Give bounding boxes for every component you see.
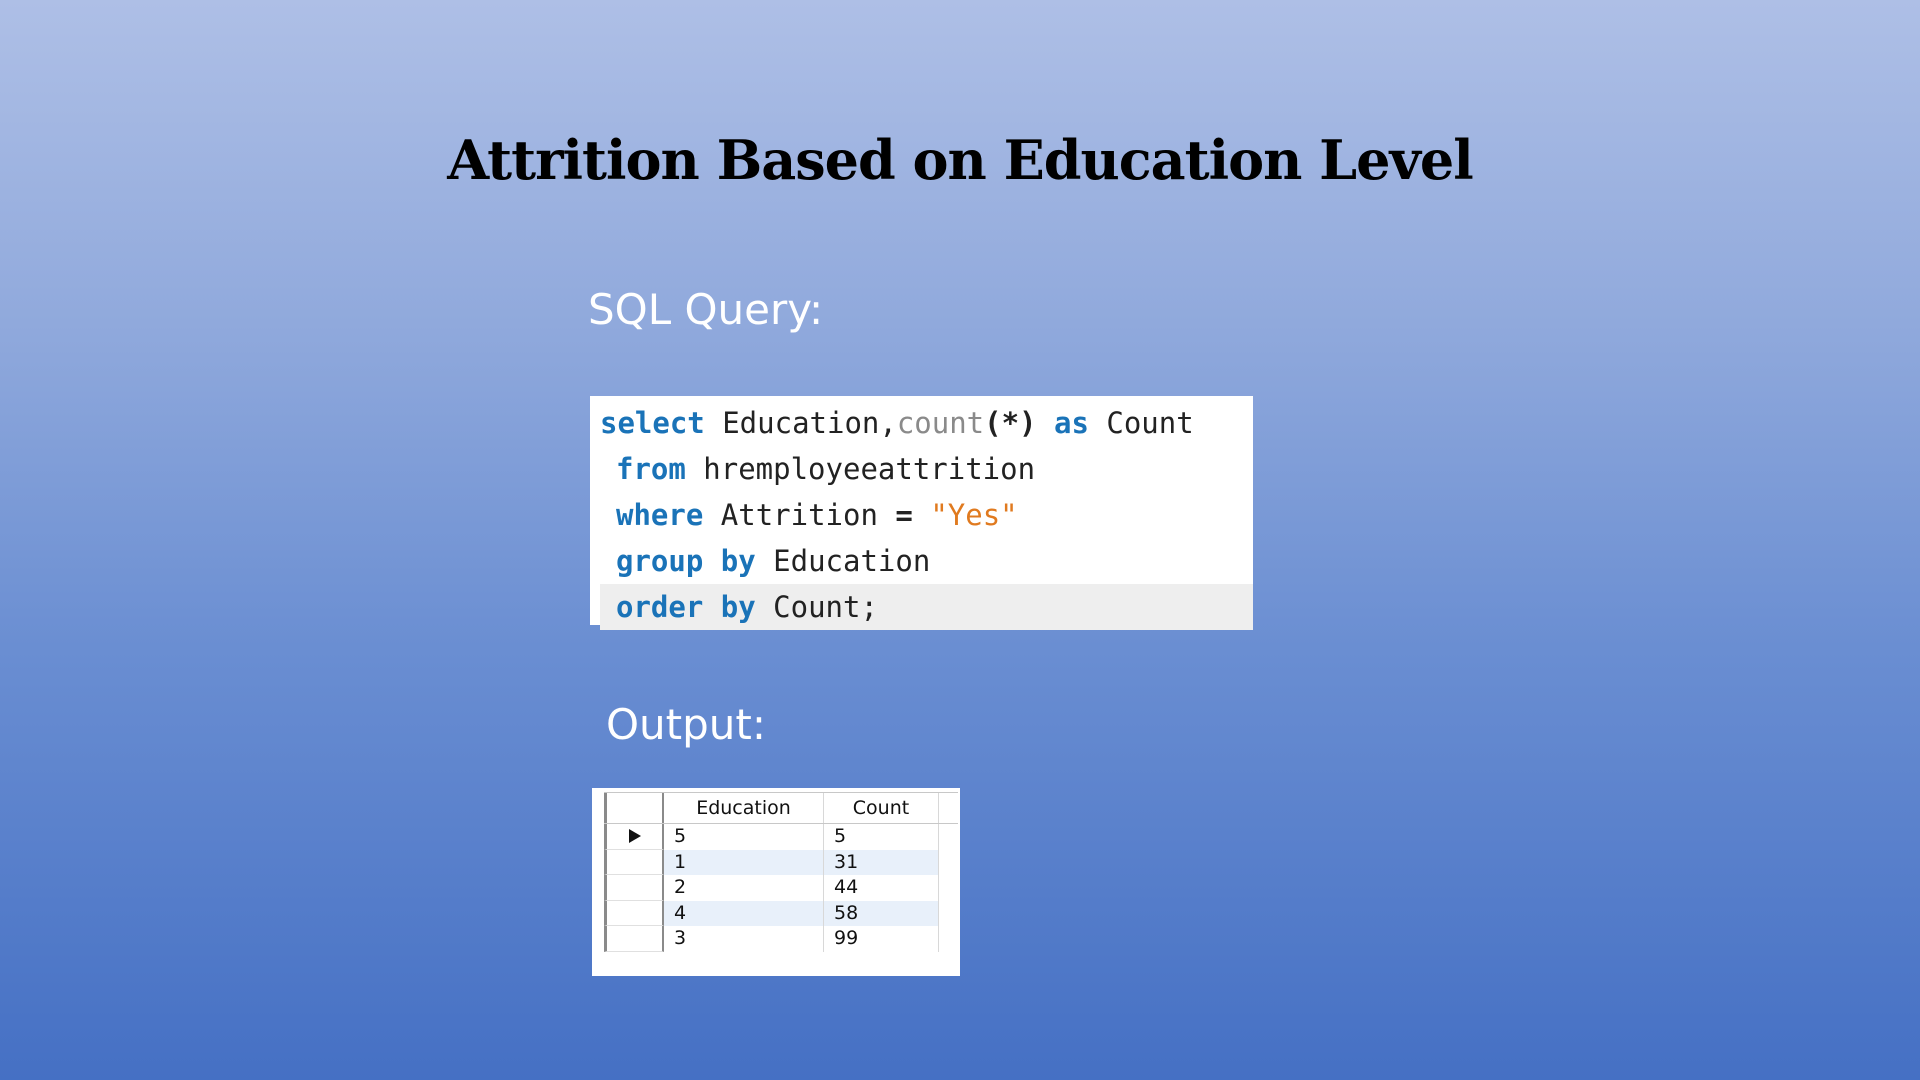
keyword-group: group [616,544,704,578]
cell-count[interactable]: 31 [824,849,939,875]
keyword-order: order [616,590,704,624]
table-row[interactable]: 5 5 [604,824,958,850]
keyword-by: by [720,544,756,578]
code-line-2: from hremployeeattrition [590,446,1253,492]
keyword-from: from [616,452,686,486]
code-line-3: where Attrition = "Yes" [590,492,1253,538]
cell-count[interactable]: 99 [824,926,939,952]
output-label: Output: [606,700,767,749]
row-selector[interactable] [604,900,664,926]
sql-query-label: SQL Query: [588,285,824,334]
result-table: Education Count 5 5 1 31 2 44 4 58 3 99 [604,792,958,952]
keyword-select: select [600,406,705,440]
cell-count[interactable]: 44 [824,875,939,901]
table-header: Education Count [604,792,958,824]
column-header-count[interactable]: Count [824,793,939,823]
row-selector[interactable] [604,926,664,952]
keyword-where: where [616,498,704,532]
row-selector[interactable] [604,824,664,850]
code-text: Count [1088,406,1194,440]
cell-education[interactable]: 5 [664,824,824,850]
code-text: Count; [755,590,878,624]
table-row[interactable]: 4 58 [604,900,958,926]
cell-count[interactable]: 58 [824,900,939,926]
code-line-5: order by Count; [600,584,1253,630]
result-grid: Education Count 5 5 1 31 2 44 4 58 3 99 [592,788,960,976]
code-text: hremployeeattrition [685,452,1036,486]
table-row[interactable]: 2 44 [604,875,958,901]
keyword-by: by [720,590,756,624]
cell-education[interactable]: 4 [664,900,824,926]
code-line-4: group by Education [590,538,1253,584]
row-selector[interactable] [604,875,664,901]
code-text: (*) [984,406,1037,440]
column-header-education[interactable]: Education [664,793,824,823]
keyword-as: as [1054,406,1089,440]
sql-code-block: select Education,count(*) as Count from … [590,396,1253,630]
code-line-1: select Education,count(*) as Count [590,400,1253,446]
cell-education[interactable]: 1 [664,849,824,875]
row-pointer-icon [628,829,641,843]
cell-education[interactable]: 3 [664,926,824,952]
slide-title: Attrition Based on Education Level [447,128,1474,192]
string-literal: "Yes" [930,498,1018,532]
code-text: Education [755,544,931,578]
cell-education[interactable]: 2 [664,875,824,901]
code-text: Attrition [703,498,896,532]
table-row[interactable]: 3 99 [604,926,958,952]
row-selector[interactable] [604,849,664,875]
function-count: count [896,406,985,440]
row-selector-header[interactable] [604,793,664,823]
operator-equals: = [895,498,913,532]
cell-count[interactable]: 5 [824,824,939,850]
code-text: Education, [704,406,897,440]
table-row[interactable]: 1 31 [604,849,958,875]
